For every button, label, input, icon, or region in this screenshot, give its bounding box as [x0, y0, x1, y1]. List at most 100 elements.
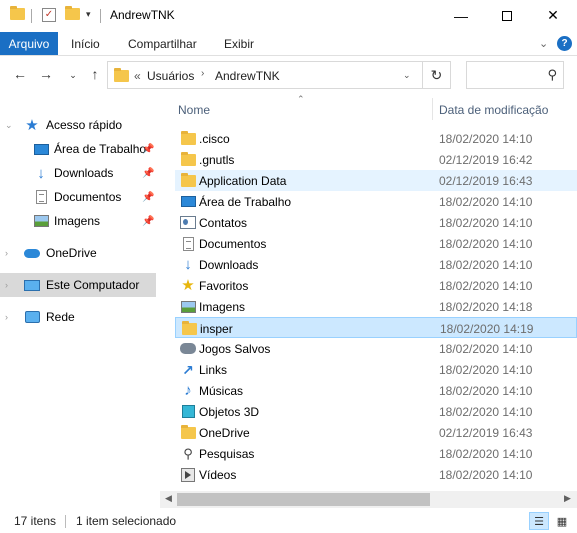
divider	[100, 9, 101, 23]
nav-label: Documentos	[54, 190, 122, 204]
table-row[interactable]: .gnutls 02/12/2019 16:42	[175, 149, 577, 170]
searches-icon: ⚲	[183, 446, 193, 461]
search-input[interactable]: ⚲	[466, 61, 564, 89]
nav-label: Área de Trabalho	[54, 142, 147, 156]
breadcrumb-users[interactable]: Usuários	[147, 69, 194, 83]
column-name[interactable]: Nome	[178, 103, 210, 117]
item-count: 17 itens	[14, 514, 57, 528]
file-date-modified: 18/02/2020 14:10	[439, 468, 533, 482]
table-row[interactable]: Contatos 18/02/2020 14:10	[175, 212, 577, 233]
desktop-icon	[180, 194, 196, 209]
pin-icon[interactable]: 📌	[142, 192, 154, 203]
address-bar[interactable]: « Usuários › AndrewTNK ⌄	[107, 61, 423, 89]
chevron-right-icon[interactable]: ›	[5, 248, 8, 258]
folder-icon	[10, 6, 25, 23]
nav-quick-access[interactable]: ⌄ ★ Acesso rápido	[0, 113, 156, 137]
table-row[interactable]: Imagens 18/02/2020 14:18	[175, 296, 577, 317]
file-date-modified: 02/12/2019 16:42	[439, 153, 533, 167]
back-button[interactable]: ←	[10, 66, 30, 82]
nav-item-desktop[interactable]: Área de Trabalho 📌	[0, 137, 156, 161]
file-name: Imagens	[199, 300, 246, 314]
file-date-modified: 18/02/2020 14:18	[439, 300, 533, 314]
tab-share[interactable]: Compartilhar	[128, 32, 197, 55]
table-row[interactable]: Objetos 3D 18/02/2020 14:10	[175, 401, 577, 422]
table-row[interactable]: OneDrive 02/12/2019 16:43	[175, 422, 577, 443]
table-row[interactable]: ↓ Downloads 18/02/2020 14:10	[175, 254, 577, 275]
tab-file[interactable]: Arquivo	[0, 32, 58, 55]
chevron-down-icon[interactable]: ⌄	[5, 120, 13, 131]
network-icon	[24, 309, 40, 325]
maximize-icon	[502, 10, 512, 21]
scroll-left-icon[interactable]: ◀	[165, 493, 172, 504]
up-button[interactable]: ↑	[85, 66, 105, 82]
computer-icon	[24, 277, 40, 293]
breadcrumb-current[interactable]: AndrewTNK	[215, 69, 280, 83]
scroll-right-icon[interactable]: ▶	[564, 493, 571, 504]
refresh-button[interactable]: ↻	[423, 61, 451, 89]
nav-item-downloads[interactable]: ↓ Downloads 📌	[0, 161, 156, 185]
minimize-icon: —	[454, 7, 468, 24]
recent-locations-button[interactable]: ⌄	[63, 70, 83, 81]
title-bar: ✓ ▾ AndrewTNK — ✕	[0, 0, 577, 32]
table-row[interactable]: .cisco 18/02/2020 14:10	[175, 128, 577, 149]
nav-item-network[interactable]: › Rede	[0, 305, 156, 329]
contacts-icon	[180, 215, 196, 230]
pin-icon[interactable]: 📌	[142, 216, 154, 227]
column-divider[interactable]	[432, 98, 433, 120]
file-date-modified: 18/02/2020 14:10	[439, 258, 533, 272]
expand-ribbon-icon[interactable]: ⌄	[539, 37, 548, 50]
file-date-modified: 02/12/2019 16:43	[439, 426, 533, 440]
file-name: .cisco	[199, 132, 230, 146]
forward-button[interactable]: →	[36, 66, 56, 82]
table-row[interactable]: Documentos 18/02/2020 14:10	[175, 233, 577, 254]
nav-item-onedrive[interactable]: › OneDrive	[0, 241, 156, 265]
chevron-down-icon[interactable]: ⌄	[403, 70, 411, 81]
new-folder-icon[interactable]	[65, 6, 80, 23]
file-name: Músicas	[199, 384, 244, 398]
table-row[interactable]: insper 18/02/2020 14:19	[175, 317, 577, 338]
table-row[interactable]: Application Data 02/12/2019 16:43	[175, 170, 577, 191]
chevron-right-icon[interactable]: ›	[5, 312, 8, 322]
horizontal-scrollbar[interactable]: ◀ ▶	[160, 491, 577, 508]
videos-icon	[180, 467, 196, 482]
properties-icon[interactable]: ✓	[42, 8, 56, 22]
nav-item-pictures[interactable]: Imagens 📌	[0, 209, 156, 233]
downloads-icon: ↓	[184, 256, 192, 273]
maximize-button[interactable]	[484, 0, 530, 31]
details-view-button[interactable]: ☰	[529, 512, 549, 530]
nav-item-this-pc[interactable]: › Este Computador	[0, 273, 156, 297]
table-row[interactable]: Jogos Salvos 18/02/2020 14:10	[175, 338, 577, 359]
table-row[interactable]: ⚲ Pesquisas 18/02/2020 14:10	[175, 443, 577, 464]
breadcrumb-overflow[interactable]: «	[134, 69, 141, 83]
table-row[interactable]: ↗ Links 18/02/2020 14:10	[175, 359, 577, 380]
file-date-modified: 18/02/2020 14:10	[439, 279, 533, 293]
table-row[interactable]: ♪ Músicas 18/02/2020 14:10	[175, 380, 577, 401]
pin-icon[interactable]: 📌	[142, 144, 154, 155]
refresh-icon: ↻	[430, 66, 443, 83]
divider	[65, 515, 66, 528]
large-icons-view-button[interactable]: ▦	[552, 512, 572, 530]
customize-quick-access-icon[interactable]: ▾	[86, 9, 91, 20]
tab-home[interactable]: Início	[71, 32, 100, 55]
file-date-modified: 18/02/2020 14:10	[439, 405, 533, 419]
file-name: Área de Trabalho	[199, 195, 292, 209]
nav-item-documents[interactable]: Documentos 📌	[0, 185, 156, 209]
file-name: .gnutls	[199, 153, 235, 167]
file-date-modified: 02/12/2019 16:43	[439, 174, 533, 188]
chevron-right-icon[interactable]: ›	[5, 280, 8, 290]
chevron-right-icon[interactable]: ›	[201, 68, 204, 79]
pin-icon[interactable]: 📌	[142, 168, 154, 179]
file-date-modified: 18/02/2020 14:10	[439, 237, 533, 251]
folder-icon	[180, 151, 196, 167]
close-button[interactable]: ✕	[530, 0, 576, 31]
tab-view[interactable]: Exibir	[224, 32, 254, 55]
table-row[interactable]: Área de Trabalho 18/02/2020 14:10	[175, 191, 577, 212]
minimize-button[interactable]: —	[438, 0, 484, 31]
scrollbar-thumb[interactable]	[177, 493, 430, 506]
column-date-modified[interactable]: Data de modificação	[439, 103, 548, 117]
file-date-modified: 18/02/2020 14:10	[439, 447, 533, 461]
table-row[interactable]: ★ Favoritos 18/02/2020 14:10	[175, 275, 577, 296]
table-row[interactable]: Vídeos 18/02/2020 14:10	[175, 464, 577, 485]
help-icon[interactable]: ?	[557, 36, 572, 51]
pictures-icon	[33, 213, 49, 229]
